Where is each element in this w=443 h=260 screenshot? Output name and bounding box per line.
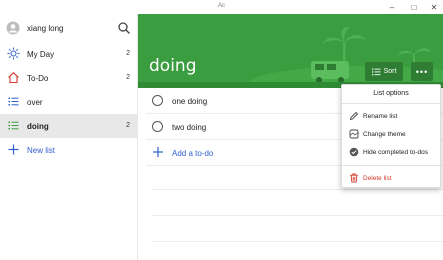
list-options-menu: List options Rename list Change theme Hi…	[341, 84, 441, 188]
task-title[interactable]: two doing	[172, 123, 206, 132]
trash-icon	[350, 173, 358, 183]
menu-item-hide-completed[interactable]: Hide completed to-dos	[342, 143, 442, 161]
minimize-icon: –	[389, 2, 395, 12]
plus-icon	[8, 144, 19, 155]
menu-item-label: Change theme	[363, 131, 406, 138]
task-complete-checkbox[interactable]	[152, 95, 163, 106]
sidebar-item-label: My Day	[27, 50, 55, 59]
menu-item-label: Rename list	[363, 113, 398, 120]
sidebar: xiang long My Day 2 To-Do 2 over doing 2…	[0, 14, 138, 260]
close-icon: ✕	[430, 2, 438, 12]
sidebar-item-label: over	[27, 98, 43, 107]
sidebar-item-my-day[interactable]: My Day 2	[0, 42, 138, 66]
maximize-button[interactable]: □	[404, 0, 424, 14]
title-bar: Ac – □ ✕	[0, 0, 443, 14]
menu-item-delete-list[interactable]: Delete list	[342, 169, 442, 187]
user-account[interactable]: xiang long	[0, 14, 138, 42]
window-title: Ac	[217, 3, 225, 9]
list-title[interactable]: doing	[149, 56, 196, 76]
sidebar-item-label: doing	[27, 122, 49, 131]
more-options-button[interactable]: •••	[411, 62, 433, 81]
list-header-banner: doing Sort •••	[138, 14, 443, 88]
check-circle-icon	[349, 147, 359, 157]
sidebar-item-count: 2	[126, 50, 130, 57]
pencil-icon	[349, 111, 359, 121]
new-list-label: New list	[27, 146, 56, 155]
close-button[interactable]: ✕	[424, 0, 443, 14]
sidebar-item-label: To-Do	[27, 74, 49, 83]
list-icon	[8, 97, 19, 106]
palette-icon	[349, 129, 359, 139]
plus-icon	[153, 147, 163, 157]
menu-item-label: Delete list	[363, 175, 392, 182]
new-list-button[interactable]: New list	[0, 138, 138, 162]
sidebar-item-doing[interactable]: doing 2	[0, 114, 138, 138]
maximize-icon: □	[411, 2, 417, 12]
task-title[interactable]: one doing	[172, 97, 207, 106]
sort-icon	[371, 68, 381, 75]
menu-title: List options	[373, 90, 409, 97]
ellipsis-icon: •••	[415, 66, 429, 77]
sort-button[interactable]: Sort	[365, 62, 403, 81]
list-icon	[8, 121, 19, 130]
sidebar-item-over[interactable]: over	[0, 90, 138, 114]
empty-row-divider	[152, 215, 443, 216]
menu-divider	[342, 165, 440, 166]
menu-item-change-theme[interactable]: Change theme	[342, 125, 442, 143]
home-icon	[8, 72, 19, 84]
minimize-button[interactable]: –	[382, 0, 402, 14]
empty-row-divider	[152, 189, 443, 190]
sort-label: Sort	[383, 68, 397, 75]
sidebar-item-count: 2	[126, 74, 130, 81]
user-name: xiang long	[27, 24, 64, 33]
empty-row-divider	[152, 241, 443, 242]
avatar-icon	[6, 21, 20, 35]
menu-item-label: Hide completed to-dos	[363, 149, 429, 156]
menu-item-rename-list[interactable]: Rename list	[342, 107, 442, 125]
sidebar-item-to-do[interactable]: To-Do 2	[0, 66, 138, 90]
menu-divider	[342, 103, 440, 104]
sidebar-item-count: 2	[126, 122, 130, 129]
task-complete-checkbox[interactable]	[152, 121, 163, 132]
sun-icon	[7, 47, 20, 60]
add-todo-placeholder: Add a to-do	[172, 149, 214, 158]
search-icon[interactable]	[117, 21, 131, 35]
